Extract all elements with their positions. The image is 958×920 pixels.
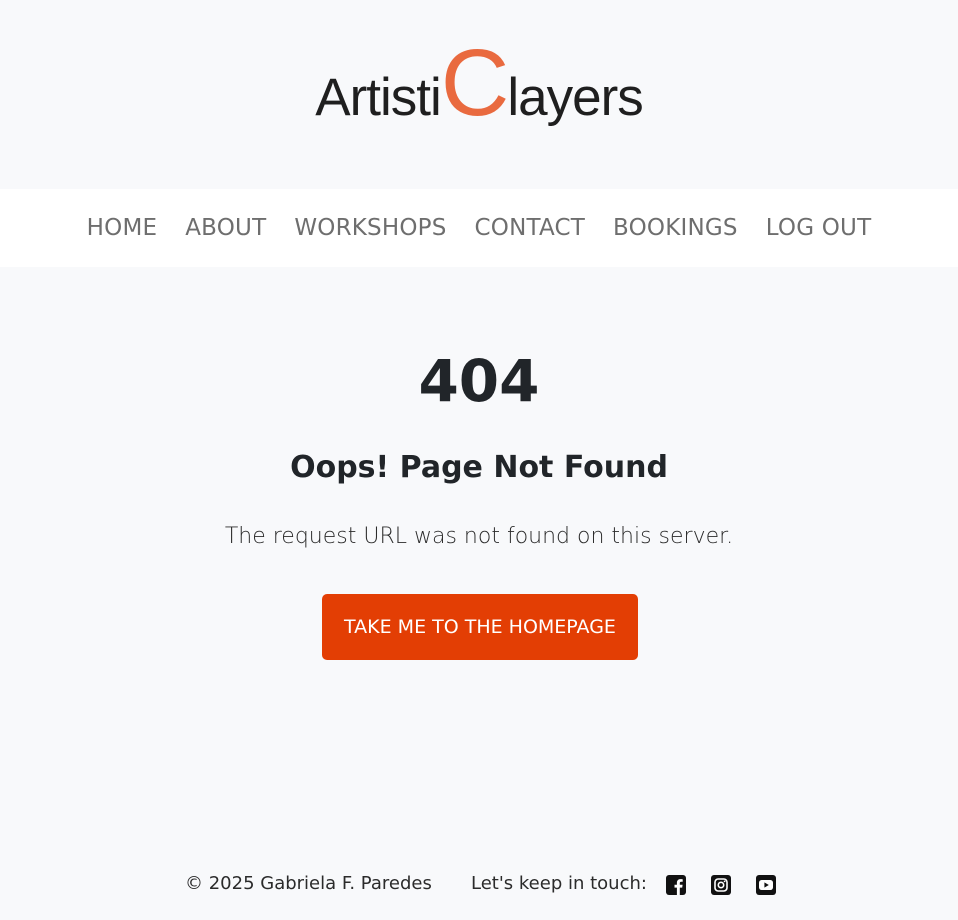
youtube-icon[interactable] (755, 874, 777, 896)
copyright-text: © 2025 Gabriela F. Paredes (185, 873, 432, 894)
facebook-icon[interactable] (665, 874, 687, 896)
nav-item-workshops[interactable]: WORKSHOPS (280, 215, 460, 241)
error-title: Oops! Page Not Found (290, 450, 668, 485)
nav-item-logout[interactable]: LOG OUT (752, 215, 886, 241)
logo-text-layers: layers (507, 68, 643, 127)
keep-in-touch-label: Let's keep in touch: (471, 873, 647, 894)
logo-big-c: C (440, 30, 510, 136)
main-nav: HOME ABOUT WORKSHOPS CONTACT BOOKINGS LO… (0, 189, 958, 267)
homepage-button[interactable]: TAKE ME TO THE HOMEPAGE (322, 594, 638, 660)
site-logo[interactable]: ArtistiClayers (0, 36, 958, 131)
instagram-icon[interactable] (710, 874, 732, 896)
error-message: The request URL was not found on this se… (224, 524, 734, 549)
footer: © 2025 Gabriela F. Paredes Let's keep in… (0, 866, 958, 906)
error-code: 404 (418, 347, 540, 415)
nav-item-home[interactable]: HOME (73, 215, 172, 241)
nav-item-contact[interactable]: CONTACT (461, 215, 599, 241)
nav-item-bookings[interactable]: BOOKINGS (599, 215, 752, 241)
logo-text-artisti: Artisti (315, 68, 441, 127)
nav-item-about[interactable]: ABOUT (171, 215, 280, 241)
